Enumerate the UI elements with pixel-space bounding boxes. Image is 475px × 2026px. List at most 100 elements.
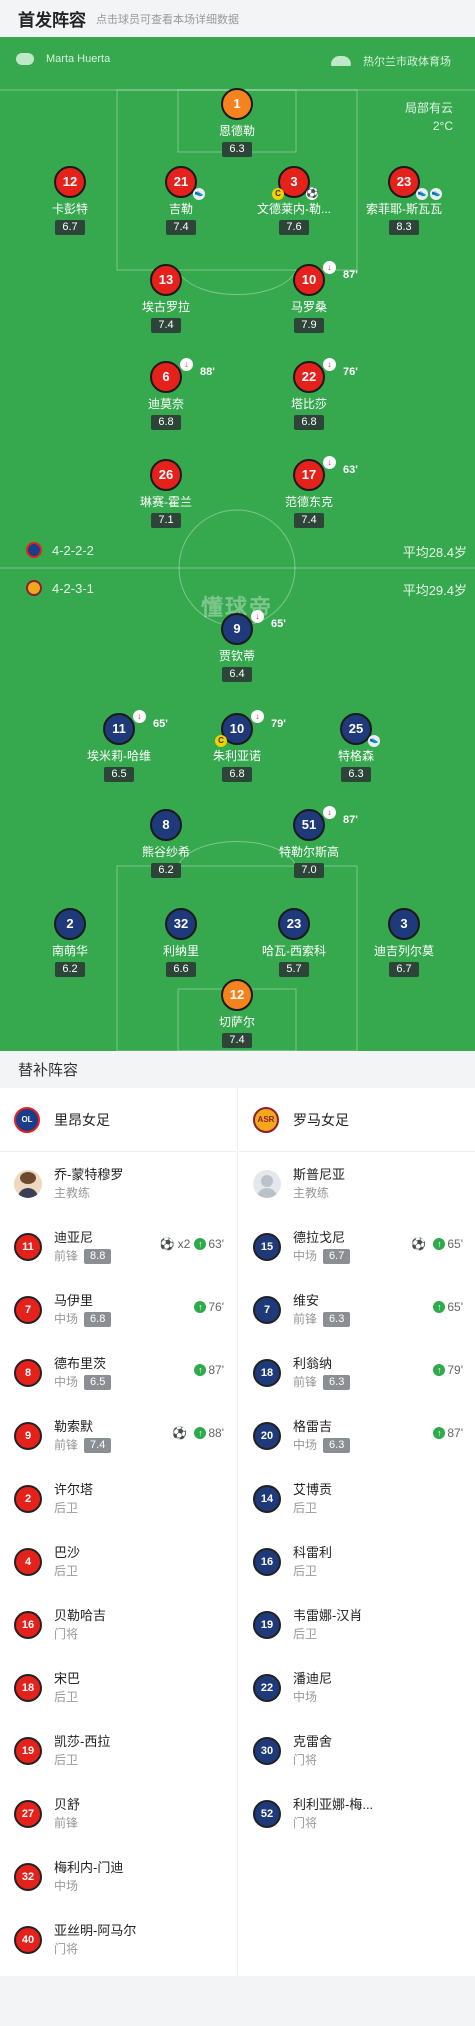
home-coach[interactable]: 乔-蒙特穆罗 主教练 bbox=[0, 1152, 236, 1215]
pitch-player[interactable]: 11 ↓ 65' 埃米莉-哈维 6.5 bbox=[59, 710, 179, 782]
bench-player[interactable]: 19 凯莎-西拉 后卫 bbox=[0, 1719, 236, 1782]
player-number: 26 bbox=[150, 459, 182, 491]
bench-player[interactable]: 20 格雷吉 中场 6.3 ↑ 87' bbox=[239, 1404, 475, 1467]
pitch-player[interactable]: 3 迪吉列尔莫 6.7 bbox=[344, 908, 464, 977]
away-avg-age: 平均29.4岁 bbox=[402, 583, 467, 598]
pitch-player[interactable]: 9 ↓ 65' 贾钦蒂 6.4 bbox=[177, 610, 297, 682]
player-number: 13 bbox=[150, 264, 182, 296]
pitch-player[interactable]: 1 恩德勒 6.3 bbox=[177, 88, 297, 157]
sub-out-icon: ↓ bbox=[251, 710, 264, 723]
player-name: 特勒尔斯高 bbox=[278, 845, 339, 859]
bench-player-position: 后卫 bbox=[54, 1689, 79, 1704]
bench-player-rating: 6.3 bbox=[323, 1374, 351, 1390]
home-team-header[interactable]: OL 里昂女足 bbox=[0, 1088, 236, 1152]
stadium-name: 热尔兰市政体育场 bbox=[363, 56, 451, 68]
bench-player[interactable]: 15 德拉戈尼 中场 6.7 ⚽ ↑ 65' bbox=[239, 1215, 475, 1278]
pitch-player[interactable]: 22 ↓ 76' 塔比莎 6.8 bbox=[249, 358, 369, 430]
bench-player[interactable]: 9 勒索默 前锋 7.4 ⚽ ↑ 88' bbox=[0, 1404, 236, 1467]
coach-avatar bbox=[14, 1169, 42, 1198]
bench-player-name: 勒索默 bbox=[54, 1418, 94, 1434]
pitch-player[interactable]: 12 卡彭特 6.7 bbox=[10, 166, 130, 235]
sub-minute: 88' bbox=[200, 366, 215, 378]
bench-player-rating: 7.4 bbox=[84, 1437, 112, 1453]
player-name: 吉勒 bbox=[168, 202, 193, 216]
pitch-player[interactable]: 13 埃古罗拉 7.4 bbox=[106, 264, 226, 333]
weather-temp: 2°C bbox=[432, 119, 453, 133]
bench-player[interactable]: 16 科雷利 后卫 bbox=[239, 1530, 475, 1593]
sub-minute: 65' bbox=[271, 618, 286, 630]
pitch-player[interactable]: 23 👟 👟 索菲耶-斯瓦瓦 8.3 bbox=[344, 166, 464, 235]
player-number: 9 bbox=[233, 621, 241, 636]
bench-player[interactable]: 16 贝勒哈吉 门将 bbox=[0, 1593, 236, 1656]
player-rating: 7.4 bbox=[222, 1033, 252, 1048]
bench-player[interactable]: 40 亚丝明-阿马尔 门将 bbox=[0, 1908, 236, 1971]
sub-minute: 87' bbox=[343, 814, 358, 826]
pitch-player[interactable]: 10 ↓ 87' 马罗桑 7.9 bbox=[249, 261, 369, 333]
sub-in-icon: ↑ bbox=[194, 1301, 207, 1313]
pitch-player[interactable]: 25 👟 特格森 6.3 bbox=[296, 713, 416, 782]
player-number: 21 bbox=[173, 174, 189, 189]
pitch-player[interactable]: 51 ↓ 87' 特勒尔斯高 7.0 bbox=[249, 806, 369, 878]
player-number: 6 bbox=[162, 369, 170, 384]
pitch-player[interactable]: 12 切萨尔 7.4 bbox=[177, 979, 297, 1048]
sub-out-icon: ↓ bbox=[323, 358, 336, 371]
bench-player[interactable]: 7 维安 前锋 6.3 ↑ 65' bbox=[239, 1278, 475, 1341]
bench-player[interactable]: 18 利翁纳 前锋 6.3 ↑ 79' bbox=[239, 1341, 475, 1404]
bench-player[interactable]: 11 迪亚尼 前锋 8.8 ⚽ x2 ↑ 63' bbox=[0, 1215, 236, 1278]
pitch-player[interactable]: 17 ↓ 63' 范德东克 7.4 bbox=[249, 456, 369, 528]
bench-player-position: 中场 bbox=[293, 1689, 318, 1704]
pitch-player[interactable]: 8 熊谷纱希 6.2 bbox=[106, 809, 226, 878]
captain-icon: C bbox=[215, 735, 227, 747]
bench-player[interactable]: 14 艾博贡 后卫 bbox=[239, 1467, 475, 1530]
player-rating: 6.6 bbox=[166, 962, 196, 977]
pitch-player[interactable]: 21 👟 吉勒 7.4 bbox=[121, 166, 241, 235]
away-team-header[interactable]: ASR 罗马女足 bbox=[239, 1088, 475, 1152]
bench-player-number: 4 bbox=[14, 1547, 42, 1576]
bench-player[interactable]: 30 克雷舍 门将 bbox=[239, 1719, 475, 1782]
player-number: 8 bbox=[150, 809, 182, 841]
bench-player-name: 科雷利 bbox=[293, 1544, 333, 1560]
pitch-player[interactable]: 6 ↓ 88' 迪莫奈 6.8 bbox=[106, 358, 226, 430]
bench-player[interactable]: 27 贝舒 前锋 bbox=[0, 1782, 236, 1845]
pitch-player[interactable]: 32 利纳里 6.6 bbox=[121, 908, 241, 977]
player-rating: 7.9 bbox=[294, 318, 324, 333]
pitch-player[interactable]: 23 哈瓦-西索科 5.7 bbox=[234, 908, 354, 977]
player-number: 1 bbox=[221, 88, 253, 120]
player-name: 恩德勒 bbox=[218, 124, 255, 138]
player-name: 南萌华 bbox=[51, 944, 88, 958]
pitch-player[interactable]: 2 南萌华 6.2 bbox=[10, 908, 130, 977]
pitch-player[interactable]: 3 C ⚽ 文德莱内-勒... 7.6 bbox=[234, 166, 354, 235]
bench-player[interactable]: 18 宋巴 后卫 bbox=[0, 1656, 236, 1719]
player-number: 3 bbox=[290, 174, 298, 189]
sub-out-icon: ↓ bbox=[323, 456, 336, 469]
bench-player-position: 前锋 bbox=[54, 1815, 79, 1830]
player-number: 11 bbox=[112, 721, 126, 736]
bench-player[interactable]: 22 潘迪尼 中场 bbox=[239, 1656, 475, 1719]
lineup-subtitle: 点击球员可查看本场详细数据 bbox=[96, 13, 239, 26]
bench-player[interactable]: 52 利利亚娜-梅... 门将 bbox=[239, 1782, 475, 1845]
whistle-icon bbox=[16, 53, 34, 65]
bench-player[interactable]: 2 许尔塔 后卫 bbox=[0, 1467, 236, 1530]
player-name: 文德莱内-勒... bbox=[257, 202, 331, 216]
bench-player[interactable]: 8 德布里茨 中场 6.5 ↑ 87' bbox=[0, 1341, 236, 1404]
stadium-icon bbox=[331, 56, 351, 66]
bench-player-rating: 6.8 bbox=[84, 1311, 112, 1327]
away-coach[interactable]: 斯普尼亚 主教练 bbox=[239, 1152, 475, 1215]
bench-player-number: 14 bbox=[253, 1484, 281, 1513]
player-rating: 7.1 bbox=[151, 513, 181, 528]
bench-player-name: 维安 bbox=[293, 1292, 320, 1308]
bench-player[interactable]: 19 韦雷娜-汉肖 后卫 bbox=[239, 1593, 475, 1656]
bench-player-position: 后卫 bbox=[54, 1500, 79, 1515]
bench-player[interactable]: 32 梅利内-门迪 中场 bbox=[0, 1845, 236, 1908]
bench-player-number: 32 bbox=[14, 1862, 42, 1891]
player-number: 2 bbox=[54, 908, 86, 940]
bench-player[interactable]: 4 巴沙 后卫 bbox=[0, 1530, 236, 1593]
coach-role: 主教练 bbox=[293, 1185, 330, 1200]
assist-icon: 👟 bbox=[368, 735, 380, 747]
bench-player-name: 贝舒 bbox=[54, 1796, 81, 1812]
bench-player-position: 中场 bbox=[54, 1878, 79, 1893]
pitch-player[interactable]: 26 琳赛-霍兰 7.1 bbox=[106, 459, 226, 528]
bench-player[interactable]: 7 马伊里 中场 6.8 ↑ 76' bbox=[0, 1278, 236, 1341]
bench-player-name: 格雷吉 bbox=[293, 1418, 333, 1434]
pitch-player[interactable]: 10 C ↓ 79' 朱利亚诺 6.8 bbox=[177, 710, 297, 782]
